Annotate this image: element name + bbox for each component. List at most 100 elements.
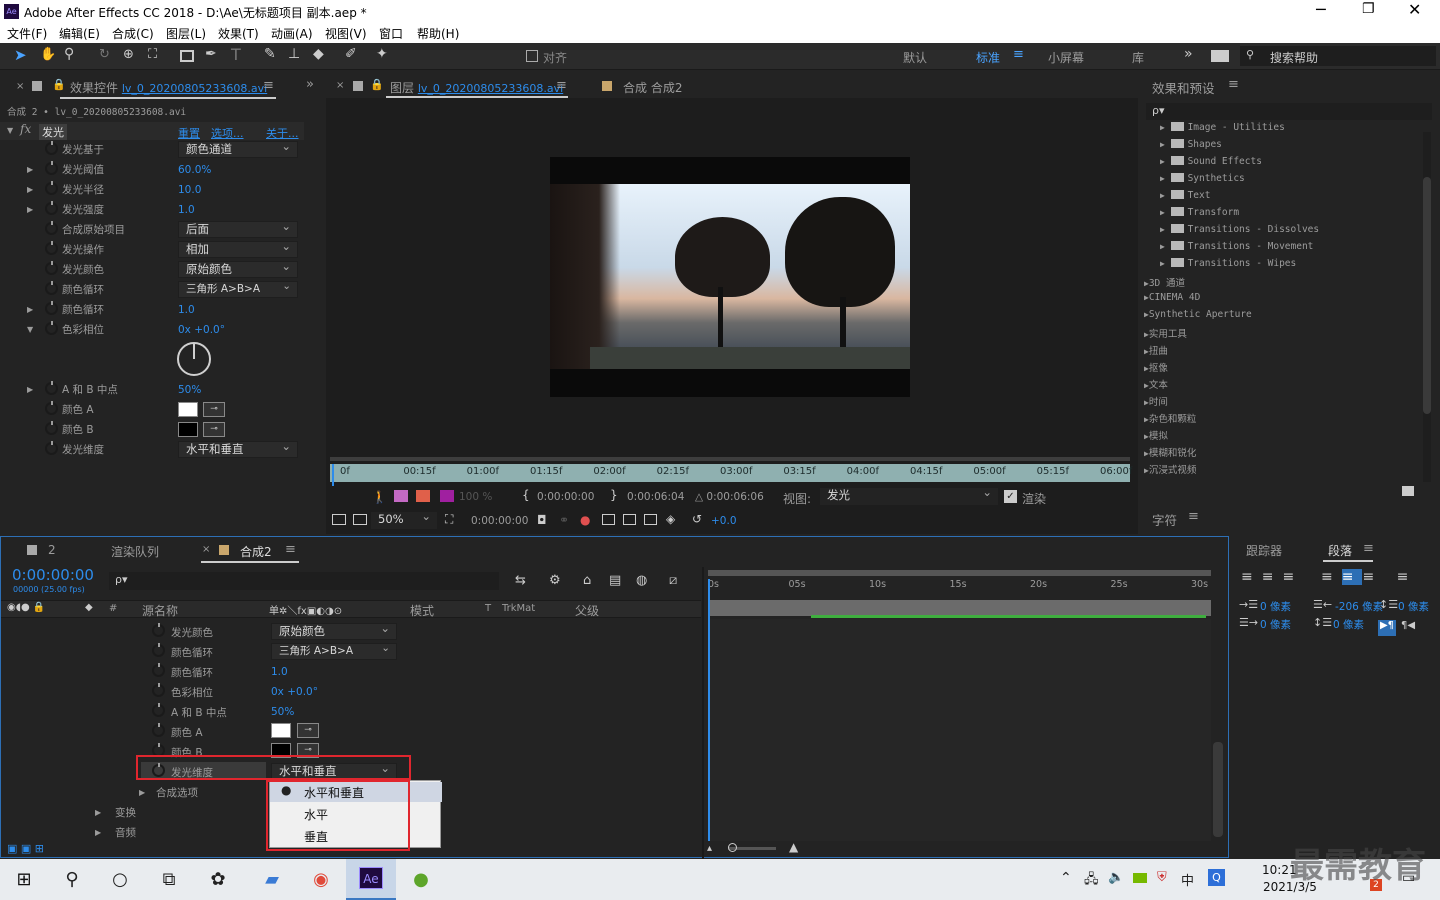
expand-triangle-icon[interactable]: ▶ <box>27 305 33 314</box>
tab-comp2[interactable]: 合成2 <box>240 543 272 560</box>
stopwatch-icon[interactable] <box>152 663 165 677</box>
expand-triangle-icon[interactable]: ▶ <box>1160 225 1165 234</box>
sync-icon[interactable] <box>1211 50 1229 62</box>
space-before-value[interactable]: 0 像素 <box>1398 599 1429 614</box>
effect-subfolder[interactable]: ▶ Synthetics <box>1160 173 1245 184</box>
out-point-time[interactable]: 0:00:06:04 <box>627 491 684 503</box>
timeline-ruler[interactable]: 0s 05s 10s 15s 20s 25s 30s <box>708 579 1211 595</box>
workspace-small[interactable]: 小屏幕 <box>1048 49 1084 66</box>
task-view-icon[interactable]: ⧉ <box>157 868 181 892</box>
chrome-app-icon[interactable]: ◉ <box>309 868 333 892</box>
reset-link[interactable]: 重置 <box>178 125 200 141</box>
safe-zone-icon[interactable] <box>644 514 657 525</box>
effect-category[interactable]: ▶扭曲 <box>1144 343 1168 357</box>
eyedropper-icon[interactable]: ⊸ <box>203 402 225 417</box>
graph-editor-icon[interactable]: ⧄ <box>669 573 677 588</box>
selection-tool-icon[interactable]: ➤ <box>14 46 27 64</box>
lock-icon[interactable]: 🔒 <box>370 78 384 91</box>
menu-animation[interactable]: 动画(A) <box>271 25 313 42</box>
expand-triangle-icon[interactable]: ▶ <box>1160 174 1165 183</box>
eyedropper-icon[interactable]: ⊸ <box>297 723 319 738</box>
out-point-icon[interactable]: } <box>610 488 618 502</box>
rotate-tool-icon[interactable]: ↻ <box>99 47 110 62</box>
panel-menu-icon[interactable]: ≡ <box>1188 509 1199 524</box>
scrollbar-thumb[interactable] <box>1423 177 1431 414</box>
roto-tool-icon[interactable]: ✐ <box>345 46 357 62</box>
security-icon[interactable]: ⛨ <box>1157 870 1167 885</box>
param-value[interactable]: 10.0 <box>178 184 201 196</box>
in-point-time[interactable]: 0:00:00:00 <box>537 491 594 503</box>
justify-buttons[interactable]: ≡≡≡ ≡ <box>1321 569 1417 585</box>
pan-behind-icon[interactable]: ⛶ <box>148 47 157 62</box>
mask-icon[interactable] <box>394 490 408 502</box>
collapse-triangle-icon[interactable]: ▼ <box>7 126 13 135</box>
param-value[interactable]: 0x +0.0° <box>271 686 318 698</box>
expand-triangle-icon[interactable]: ▶ <box>1160 208 1165 217</box>
effect-category[interactable]: ▶文本 <box>1144 377 1168 391</box>
snapshot-icon[interactable] <box>332 514 346 525</box>
color-a-swatch[interactable] <box>271 723 291 738</box>
space-after-value[interactable]: 0 像素 <box>1333 617 1364 632</box>
col-parent[interactable]: 父级 <box>575 602 599 619</box>
expand-triangle-icon[interactable]: ▶ <box>1160 259 1165 268</box>
in-point-icon[interactable]: { <box>522 488 530 502</box>
param-value[interactable]: 50% <box>178 384 201 396</box>
param-dropdown[interactable]: 三角形 A>B>A <box>178 279 298 298</box>
text-tool-icon[interactable]: T <box>231 45 241 64</box>
effect-category[interactable]: ▶3D 通道 <box>1144 275 1185 289</box>
tab-render-queue[interactable]: 渲染队列 <box>111 543 159 560</box>
stopwatch-icon[interactable] <box>45 441 58 455</box>
channel-icon[interactable]: ⚭ <box>559 513 569 527</box>
menu-view[interactable]: 视图(V) <box>325 25 367 42</box>
effect-subfolder[interactable]: ▶ Transitions - Wipes <box>1160 258 1296 269</box>
expand-triangle-icon[interactable]: ▶ <box>1160 191 1165 200</box>
zoom-tool-icon[interactable]: ⚲ <box>64 46 74 62</box>
motion-blur-icon[interactable]: ◍ <box>636 573 647 588</box>
reset-exposure-icon[interactable]: ↺ <box>692 512 702 526</box>
effect-category[interactable]: ▶Synthetic Aperture <box>1144 309 1252 320</box>
align-buttons[interactable]: ≡≡≡ <box>1241 569 1303 585</box>
expand-icon[interactable]: » <box>306 77 314 92</box>
resolution-icon[interactable] <box>602 514 615 525</box>
param-dropdown[interactable]: 原始颜色 <box>178 259 298 278</box>
zoom-in-icon[interactable]: ▲ <box>789 840 798 854</box>
time-navigator[interactable] <box>330 457 1130 461</box>
effect-category[interactable]: ▶模糊和锐化 <box>1144 445 1196 459</box>
expand-triangle-icon[interactable]: ▶ <box>1160 123 1165 132</box>
effect-subfolder[interactable]: ▶ Transform <box>1160 207 1239 218</box>
network-icon[interactable]: 🖧 <box>1084 870 1099 892</box>
expand-triangle-icon[interactable]: ▶ <box>1160 157 1165 166</box>
volume-icon[interactable]: 🔈 <box>1108 870 1124 885</box>
stopwatch-icon[interactable] <box>45 261 58 275</box>
ime-indicator[interactable]: 中 <box>1181 870 1194 889</box>
stopwatch-icon[interactable] <box>45 141 58 155</box>
effect-category[interactable]: ▶沉浸式视频 <box>1144 462 1196 476</box>
group-label[interactable]: 合成选项 <box>156 785 198 800</box>
timeline-scrollbar[interactable] <box>1213 742 1223 837</box>
nvidia-icon[interactable] <box>1133 873 1147 883</box>
tab-2[interactable]: 2 <box>48 543 56 557</box>
workspace-standard[interactable]: 标准 <box>976 49 1000 66</box>
composition-flow-icon[interactable]: ⇆ <box>515 573 526 588</box>
stopwatch-icon[interactable] <box>152 623 165 637</box>
expand-triangle-icon[interactable]: ▶ <box>27 185 33 194</box>
view-dropdown[interactable]: 发光 <box>820 485 998 505</box>
effect-subfolder[interactable]: ▶ Transitions - Dissolves <box>1160 224 1319 235</box>
show-snapshot-icon[interactable]: ◈ <box>666 512 675 526</box>
col-trkmat[interactable]: TrkMat <box>502 603 535 614</box>
stopwatch-icon[interactable] <box>45 181 58 195</box>
group-label[interactable]: 音频 <box>115 825 136 840</box>
cortana-icon[interactable]: ○ <box>108 868 132 892</box>
menu-file[interactable]: 文件(F) <box>7 25 47 42</box>
timeline-search-input[interactable]: ρ▾ <box>109 572 499 590</box>
effect-name[interactable]: 发光 <box>39 124 67 140</box>
indent-right-value[interactable]: -206 像素 <box>1335 599 1383 614</box>
stopwatch-icon[interactable] <box>152 643 165 657</box>
menu-window[interactable]: 窗口 <box>379 25 403 42</box>
new-folder-icon[interactable] <box>1402 486 1414 496</box>
eraser-tool-icon[interactable]: ◆ <box>313 46 324 62</box>
expand-triangle-icon[interactable]: ▶ <box>1160 140 1165 149</box>
frame-blend-icon[interactable]: ▤ <box>609 573 621 588</box>
expand-triangle-icon[interactable]: ▶ <box>1160 242 1165 251</box>
effect-subfolder[interactable]: ▶ Image - Utilities <box>1160 122 1285 133</box>
